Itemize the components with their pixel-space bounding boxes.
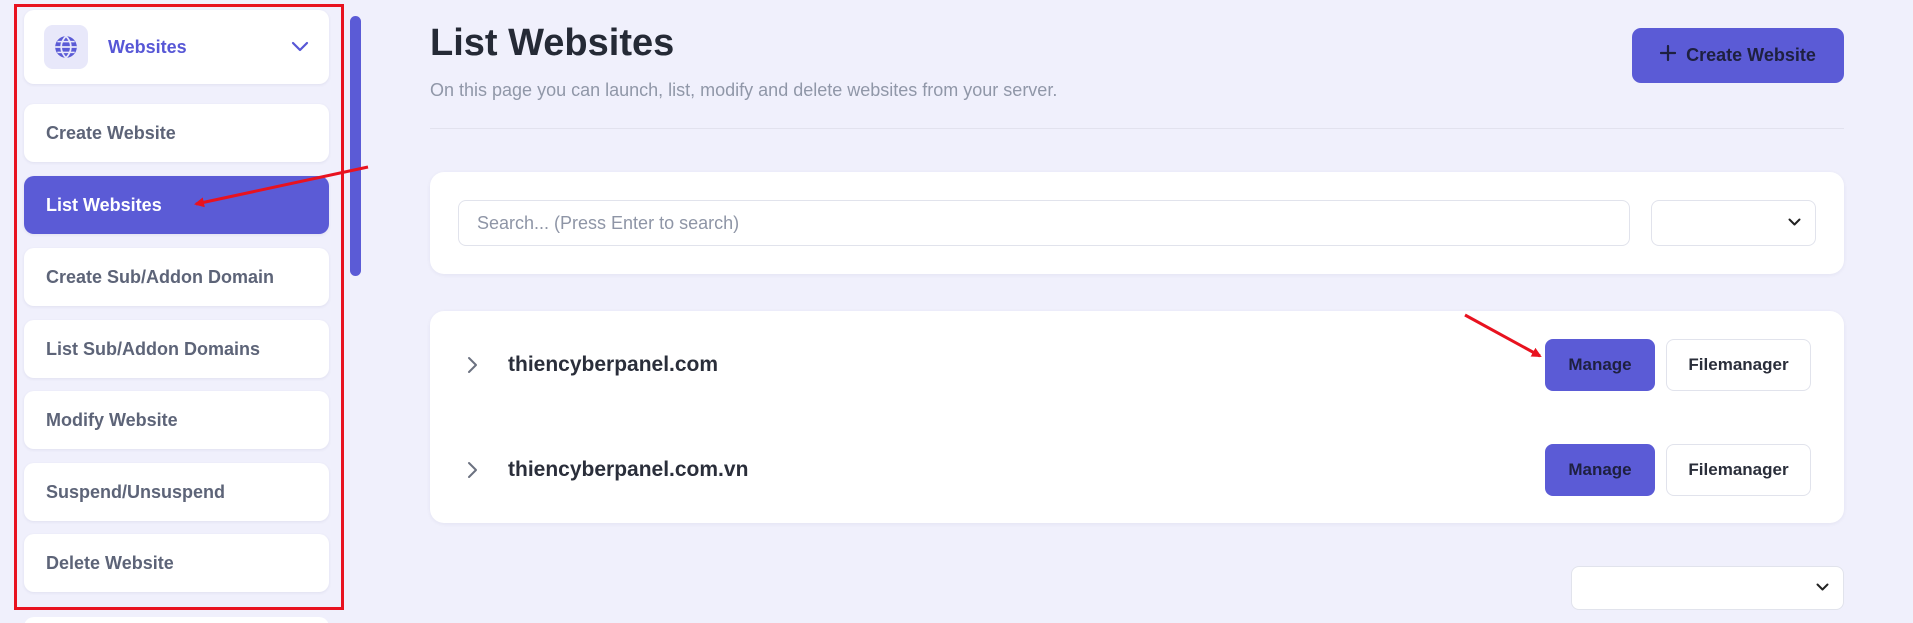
website-domain: thiencyberpanel.com.vn bbox=[508, 458, 749, 481]
annotation-highlight-box bbox=[14, 4, 344, 610]
pagination-select[interactable] bbox=[1571, 566, 1844, 610]
manage-button[interactable]: Manage bbox=[1545, 444, 1655, 496]
chevron-right-icon[interactable] bbox=[462, 354, 484, 376]
filemanager-button[interactable]: Filemanager bbox=[1666, 444, 1811, 496]
filter-select[interactable] bbox=[1651, 200, 1816, 246]
manage-button[interactable]: Manage bbox=[1545, 339, 1655, 391]
chevron-right-icon[interactable] bbox=[462, 459, 484, 481]
page-title: List Websites bbox=[430, 22, 675, 64]
header-divider bbox=[430, 128, 1844, 129]
websites-list-card: thiencyberpanel.com Manage Filemanager t… bbox=[430, 311, 1844, 523]
website-row: thiencyberpanel.com.vn Manage Filemanage… bbox=[430, 444, 1844, 496]
website-domain: thiencyberpanel.com bbox=[508, 353, 719, 376]
create-website-label: Create Website bbox=[1686, 45, 1816, 65]
sidebar-scrollbar[interactable] bbox=[350, 16, 361, 276]
search-card bbox=[430, 172, 1844, 274]
filemanager-button[interactable]: Filemanager bbox=[1666, 339, 1811, 391]
page-subtitle: On this page you can launch, list, modif… bbox=[430, 80, 1058, 100]
create-website-button[interactable]: Create Website bbox=[1632, 28, 1844, 83]
website-row: thiencyberpanel.com Manage Filemanager bbox=[430, 339, 1844, 391]
search-input[interactable] bbox=[458, 200, 1630, 246]
chevron-down-icon bbox=[1788, 214, 1801, 232]
sidebar: Websites Create Website List Websites Cr… bbox=[0, 0, 350, 623]
chevron-down-icon bbox=[1816, 579, 1829, 597]
plus-icon bbox=[1660, 44, 1677, 66]
sidebar-item-partial[interactable] bbox=[24, 617, 329, 623]
